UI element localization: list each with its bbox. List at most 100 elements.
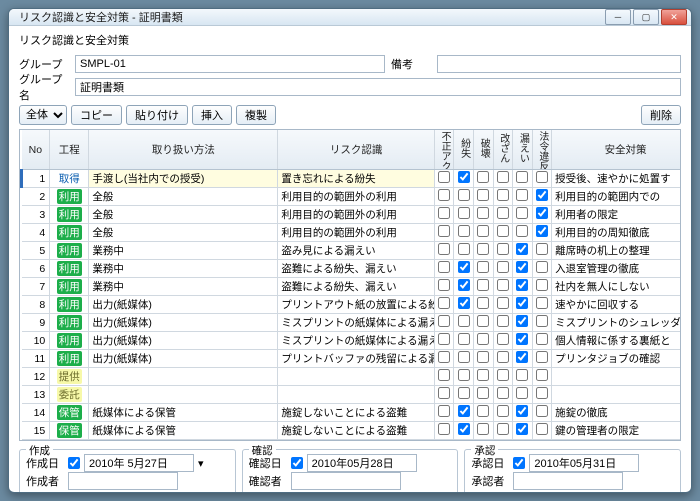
approve-date-check[interactable] [513, 457, 525, 469]
cell-check-3[interactable] [493, 242, 513, 260]
col-c2[interactable]: 紛失 [454, 130, 474, 170]
row-checkbox[interactable] [438, 423, 450, 435]
table-row[interactable]: 3利用全般利用目的の範囲外の利用利用者の限定 [22, 206, 682, 224]
row-checkbox[interactable] [516, 351, 528, 363]
cell-check-1[interactable] [454, 260, 474, 278]
confirm-date-check[interactable] [291, 457, 303, 469]
row-checkbox[interactable] [497, 387, 509, 399]
cell-check-2[interactable] [473, 350, 493, 368]
row-checkbox[interactable] [516, 207, 528, 219]
row-checkbox[interactable] [438, 369, 450, 381]
row-checkbox[interactable] [497, 171, 509, 183]
cell-check-2[interactable] [473, 188, 493, 206]
cell-check-3[interactable] [493, 260, 513, 278]
row-checkbox[interactable] [438, 333, 450, 345]
row-checkbox[interactable] [458, 315, 470, 327]
table-row[interactable]: 2利用全般利用目的の範囲外の利用利用目的の範囲内での [22, 188, 682, 206]
insert-button[interactable]: 挿入 [192, 105, 232, 125]
cell-check-0[interactable] [434, 278, 454, 296]
cell-check-2[interactable] [473, 386, 493, 404]
cell-check-3[interactable] [493, 206, 513, 224]
cell-check-2[interactable] [473, 224, 493, 242]
row-checkbox[interactable] [516, 225, 528, 237]
row-checkbox[interactable] [458, 333, 470, 345]
col-c4[interactable]: 改ざん [493, 130, 513, 170]
col-risk[interactable]: リスク認識 [278, 130, 434, 170]
row-checkbox[interactable] [516, 279, 528, 291]
cell-check-4[interactable] [513, 386, 533, 404]
table-row[interactable]: 1取得手渡し(当社内での授受)置き忘れによる紛失授受後、速やかに処置す [22, 170, 682, 188]
create-date-input[interactable] [84, 454, 194, 472]
paste-button[interactable]: 貼り付け [126, 105, 188, 125]
row-checkbox[interactable] [477, 351, 489, 363]
cell-check-4[interactable] [513, 314, 533, 332]
row-checkbox[interactable] [458, 225, 470, 237]
row-checkbox[interactable] [438, 351, 450, 363]
row-checkbox[interactable] [438, 279, 450, 291]
row-checkbox[interactable] [516, 297, 528, 309]
row-checkbox[interactable] [497, 405, 509, 417]
remark-input[interactable] [437, 55, 681, 73]
row-checkbox[interactable] [438, 225, 450, 237]
row-checkbox[interactable] [477, 333, 489, 345]
row-checkbox[interactable] [497, 423, 509, 435]
cell-check-5[interactable] [532, 350, 552, 368]
cell-check-2[interactable] [473, 314, 493, 332]
row-checkbox[interactable] [536, 243, 548, 255]
table-row[interactable]: 13委託 [22, 386, 682, 404]
row-checkbox[interactable] [536, 423, 548, 435]
table-row[interactable]: 6利用業務中盗難による紛失、漏えい入退室管理の徹底 [22, 260, 682, 278]
cell-check-5[interactable] [532, 188, 552, 206]
row-checkbox[interactable] [438, 261, 450, 273]
row-checkbox[interactable] [477, 369, 489, 381]
row-checkbox[interactable] [536, 225, 548, 237]
row-checkbox[interactable] [477, 261, 489, 273]
cell-check-4[interactable] [513, 422, 533, 440]
cell-check-0[interactable] [434, 368, 454, 386]
row-checkbox[interactable] [458, 189, 470, 201]
row-checkbox[interactable] [516, 369, 528, 381]
cell-check-0[interactable] [434, 350, 454, 368]
col-proc[interactable]: 工程 [50, 130, 89, 170]
date-dropdown-icon[interactable]: ▾ [198, 457, 204, 470]
row-checkbox[interactable] [536, 171, 548, 183]
cell-check-1[interactable] [454, 368, 474, 386]
cell-check-0[interactable] [434, 224, 454, 242]
row-checkbox[interactable] [438, 315, 450, 327]
cell-check-4[interactable] [513, 278, 533, 296]
row-checkbox[interactable] [477, 315, 489, 327]
approve-date-input[interactable] [529, 454, 639, 472]
cell-check-0[interactable] [434, 332, 454, 350]
cell-check-0[interactable] [434, 314, 454, 332]
row-checkbox[interactable] [536, 351, 548, 363]
cell-check-4[interactable] [513, 368, 533, 386]
row-checkbox[interactable] [477, 423, 489, 435]
cell-check-1[interactable] [454, 206, 474, 224]
row-checkbox[interactable] [497, 243, 509, 255]
col-no[interactable]: No [22, 130, 50, 170]
row-checkbox[interactable] [438, 189, 450, 201]
cell-check-1[interactable] [454, 242, 474, 260]
row-checkbox[interactable] [536, 333, 548, 345]
row-checkbox[interactable] [438, 387, 450, 399]
create-author-input[interactable] [68, 472, 178, 490]
row-checkbox[interactable] [516, 387, 528, 399]
row-checkbox[interactable] [477, 387, 489, 399]
row-checkbox[interactable] [497, 225, 509, 237]
group-name-input[interactable] [75, 78, 681, 96]
row-checkbox[interactable] [438, 297, 450, 309]
approve-author-input[interactable] [513, 472, 623, 490]
cell-check-3[interactable] [493, 170, 513, 188]
cell-check-5[interactable] [532, 422, 552, 440]
minimize-button[interactable]: ─ [605, 9, 631, 25]
cell-check-3[interactable] [493, 314, 513, 332]
cell-check-2[interactable] [473, 260, 493, 278]
row-checkbox[interactable] [536, 207, 548, 219]
row-checkbox[interactable] [516, 333, 528, 345]
cell-check-0[interactable] [434, 422, 454, 440]
row-checkbox[interactable] [458, 243, 470, 255]
cell-check-3[interactable] [493, 386, 513, 404]
row-checkbox[interactable] [438, 405, 450, 417]
cell-check-4[interactable] [513, 188, 533, 206]
col-safety[interactable]: 安全対策 [552, 130, 681, 170]
